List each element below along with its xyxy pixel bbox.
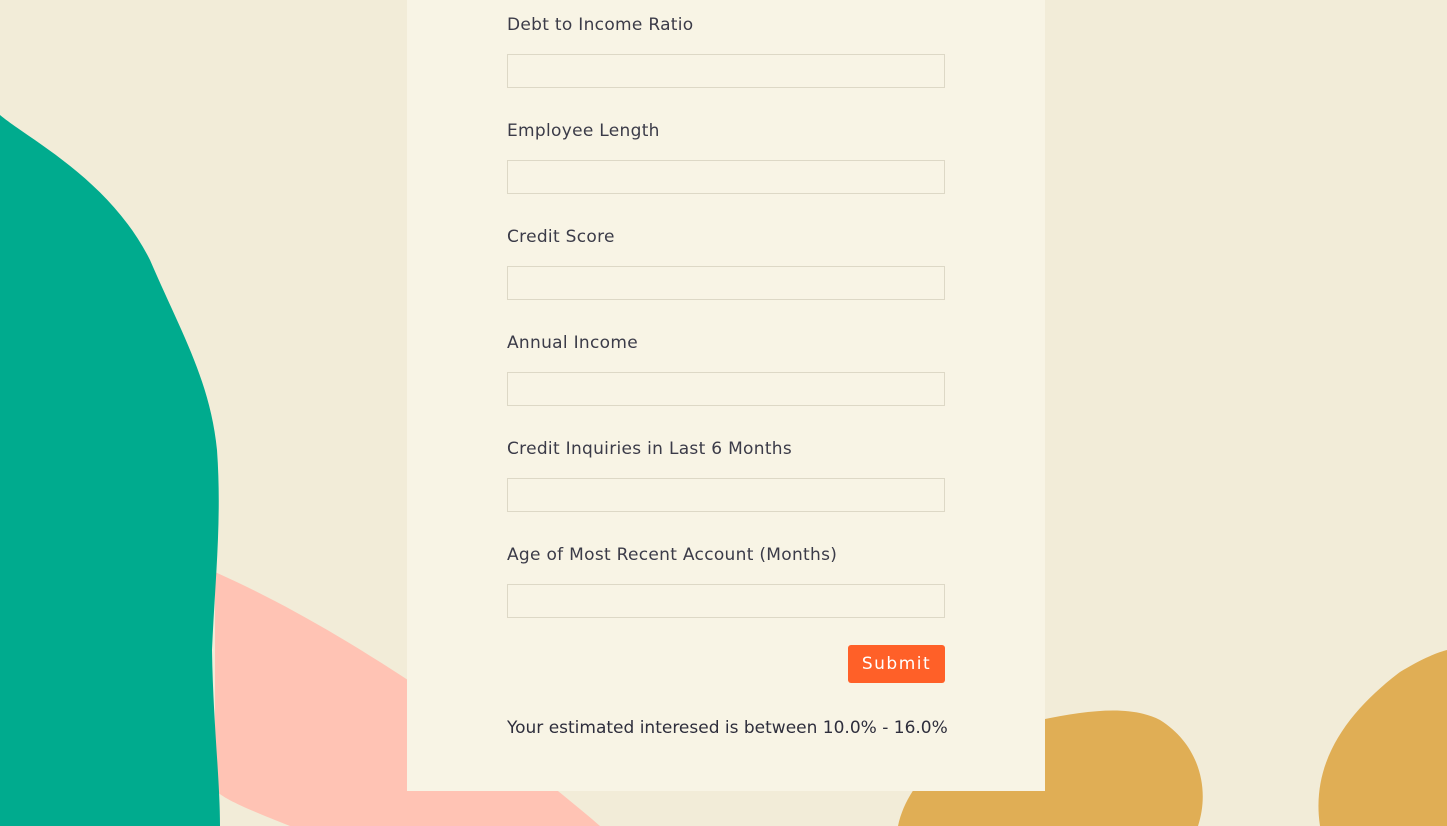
debt-to-income-input[interactable] bbox=[507, 54, 945, 88]
recent-account-age-label: Age of Most Recent Account (Months) bbox=[507, 545, 838, 565]
loan-form-card: Debt to Income Ratio Employee Length Cre… bbox=[407, 0, 1045, 791]
employee-length-label: Employee Length bbox=[507, 121, 660, 141]
gold-blob-right-shape bbox=[1318, 650, 1447, 826]
credit-inquiries-input[interactable] bbox=[507, 478, 945, 512]
employee-length-input[interactable] bbox=[507, 160, 945, 194]
annual-income-label: Annual Income bbox=[507, 333, 638, 353]
credit-score-input[interactable] bbox=[507, 266, 945, 300]
estimated-interest-result: Your estimated interesed is between 10.0… bbox=[507, 718, 948, 738]
credit-score-label: Credit Score bbox=[507, 227, 615, 247]
annual-income-input[interactable] bbox=[507, 372, 945, 406]
debt-to-income-label: Debt to Income Ratio bbox=[507, 15, 694, 35]
recent-account-age-input[interactable] bbox=[507, 584, 945, 618]
page: Debt to Income Ratio Employee Length Cre… bbox=[0, 0, 1447, 826]
credit-inquiries-label: Credit Inquiries in Last 6 Months bbox=[507, 439, 793, 459]
green-blob-shape bbox=[0, 115, 220, 826]
submit-button[interactable]: Submit bbox=[848, 645, 945, 683]
